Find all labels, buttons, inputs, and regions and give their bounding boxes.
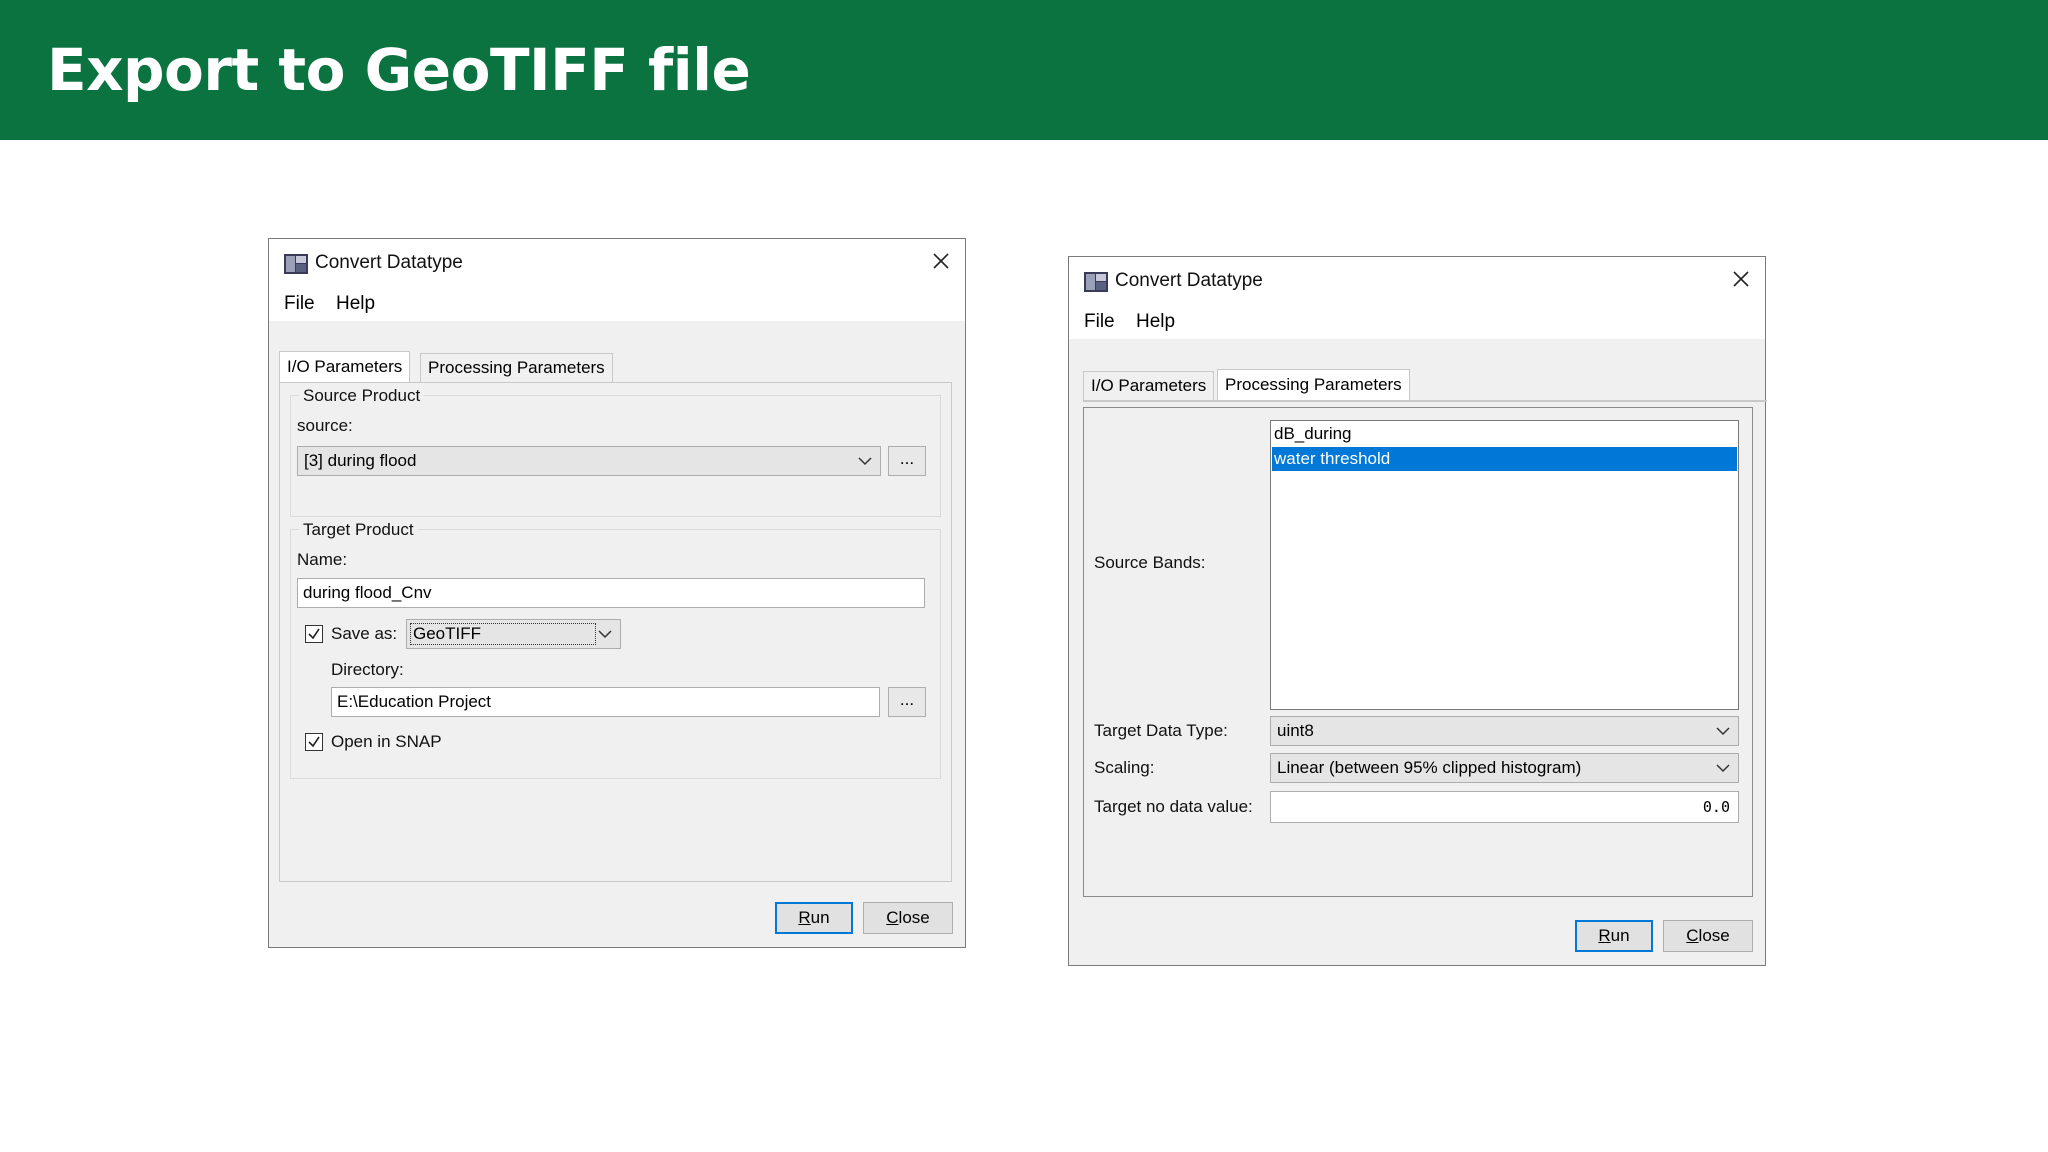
close-icon[interactable] — [1727, 265, 1755, 293]
source-browse-button[interactable]: ... — [888, 446, 926, 476]
band-item-db-during[interactable]: dB_during — [1272, 422, 1737, 446]
chevron-down-icon — [598, 630, 612, 639]
target-data-type-dropdown[interactable]: uint8 — [1270, 716, 1739, 746]
directory-field[interactable]: E:\Education Project — [331, 687, 880, 717]
scaling-value: Linear (between 95% clipped histogram) — [1277, 758, 1582, 777]
target-data-type-value: uint8 — [1277, 721, 1314, 740]
save-as-label: Save as: — [331, 624, 398, 643]
snap-app-icon — [1084, 272, 1108, 292]
no-data-value-field[interactable]: 0.0 — [1270, 791, 1739, 823]
checkmark-icon — [308, 736, 320, 748]
chevron-down-icon — [1716, 764, 1730, 773]
target-product-title: Target Product — [299, 520, 418, 540]
close-mnemonic: C — [886, 908, 899, 927]
menu-help[interactable]: Help — [336, 293, 375, 315]
slide-title: Export to GeoTIFF file — [47, 36, 751, 104]
menu-file[interactable]: File — [1084, 311, 1115, 333]
close-label: lose — [1698, 926, 1730, 945]
io-parameters-panel: Source Product source: [3] during flood … — [279, 382, 952, 882]
run-label: un — [810, 908, 830, 927]
tab-processing-parameters[interactable]: Processing Parameters — [420, 353, 613, 383]
title-bar: Convert Datatype — [1069, 257, 1765, 305]
run-button[interactable]: Run — [1575, 920, 1653, 952]
menu-bar: File Help — [1069, 305, 1765, 339]
close-icon[interactable] — [927, 247, 955, 275]
source-bands-list[interactable]: dB_during water threshold — [1270, 420, 1739, 710]
band-item-water-threshold[interactable]: water threshold — [1272, 447, 1737, 471]
save-as-format-dropdown[interactable]: GeoTIFF — [406, 619, 621, 649]
target-name-field[interactable]: during flood_Cnv — [297, 578, 925, 608]
no-data-value-label: Target no data value: — [1094, 797, 1253, 816]
tab-io-parameters[interactable]: I/O Parameters — [1083, 371, 1215, 401]
run-mnemonic: R — [798, 908, 811, 927]
menu-help[interactable]: Help — [1136, 311, 1175, 333]
close-mnemonic: C — [1686, 926, 1699, 945]
source-product-dropdown[interactable]: [3] during flood — [297, 446, 881, 476]
chevron-down-icon — [858, 457, 872, 466]
target-product-group: Target Product Name: during flood_Cnv Sa… — [290, 520, 941, 779]
tab-processing-parameters[interactable]: Processing Parameters — [1217, 369, 1410, 401]
convert-datatype-dialog-io: Convert Datatype File Help I/O Parameter… — [268, 238, 966, 948]
save-as-checkbox[interactable] — [305, 625, 323, 643]
dialog-title: Convert Datatype — [315, 252, 463, 273]
scaling-label: Scaling: — [1094, 758, 1155, 777]
title-bar: Convert Datatype — [269, 239, 965, 287]
menu-bar: File Help — [269, 287, 965, 321]
open-in-snap-checkbox[interactable] — [305, 733, 323, 751]
source-product-group: Source Product source: [3] during flood … — [290, 386, 941, 517]
checkmark-icon — [308, 628, 320, 640]
target-data-type-label: Target Data Type: — [1094, 721, 1228, 740]
directory-browse-button[interactable]: ... — [888, 687, 926, 717]
run-mnemonic: R — [1598, 926, 1611, 945]
title-banner: Export to GeoTIFF file — [0, 0, 2048, 140]
menu-file[interactable]: File — [284, 293, 315, 315]
close-button[interactable]: Close — [1663, 920, 1753, 952]
source-product-title: Source Product — [299, 386, 425, 406]
tab-io-parameters[interactable]: I/O Parameters — [279, 351, 411, 383]
directory-label: Directory: — [331, 660, 404, 679]
source-label: source: — [297, 416, 353, 435]
run-button[interactable]: Run — [775, 902, 853, 934]
convert-datatype-dialog-processing: Convert Datatype File Help I/O Parameter… — [1068, 256, 1767, 966]
run-label: un — [1610, 926, 1630, 945]
tab-strip-line — [1083, 400, 1767, 402]
snap-app-icon — [284, 254, 308, 274]
processing-parameters-panel: Source Bands: dB_during water threshold … — [1083, 407, 1753, 897]
source-bands-label: Source Bands: — [1094, 553, 1206, 572]
close-button[interactable]: Close — [863, 902, 953, 934]
dialog-title: Convert Datatype — [1115, 270, 1263, 291]
source-product-value: [3] during flood — [304, 451, 417, 470]
close-label: lose — [898, 908, 930, 927]
open-in-snap-label: Open in SNAP — [331, 732, 442, 751]
scaling-dropdown[interactable]: Linear (between 95% clipped histogram) — [1270, 753, 1739, 783]
chevron-down-icon — [1716, 727, 1730, 736]
save-as-format-value: GeoTIFF — [410, 623, 596, 645]
name-label: Name: — [297, 550, 348, 569]
